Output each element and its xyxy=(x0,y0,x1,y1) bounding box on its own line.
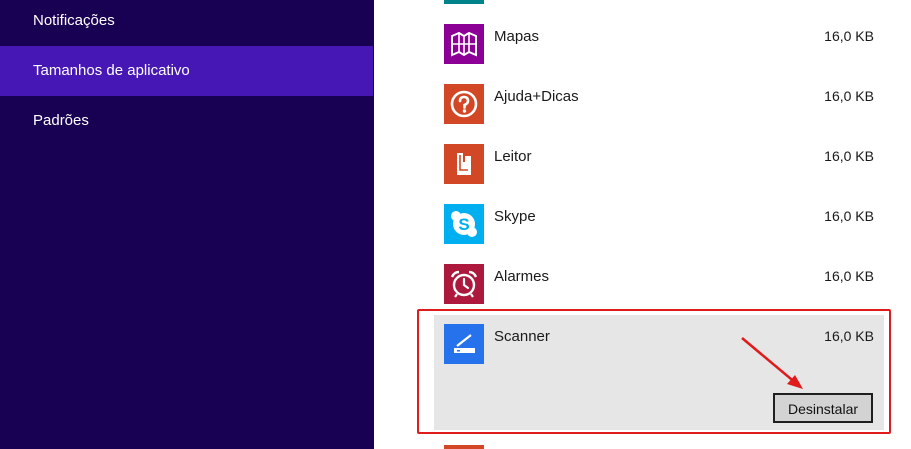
uninstall-button[interactable]: Desinstalar xyxy=(773,393,873,423)
annotation-arrow xyxy=(741,337,803,389)
